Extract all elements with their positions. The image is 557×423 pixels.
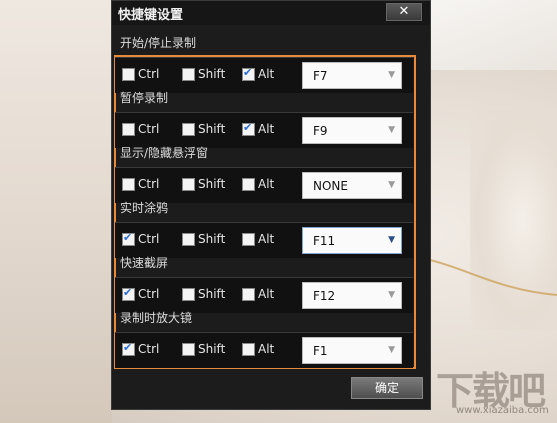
ok-button[interactable]: 确定 [351,377,423,399]
shortcut-settings-dialog: 快捷键设置 ✕ 开始/停止录制 Ctrl Shift Alt F7 ▼ 暂停录制 Ctrl S… [111,0,431,410]
alt-label: Alt [258,122,275,136]
shift-label: Shift [198,67,226,81]
alt-checkbox[interactable]: Alt [242,66,275,81]
shortcut-row-toggle-floating-window: Ctrl Shift Alt NONE ▼ [115,167,413,203]
checkbox-box [122,67,135,81]
ctrl-label: Ctrl [138,67,160,81]
checkmark-icon [242,66,255,81]
shortcut-row-live-doodle: Ctrl Shift Alt F11 ▼ [115,222,413,258]
ctrl-label: Ctrl [138,342,160,356]
key-select[interactable]: F9 ▼ [302,117,402,144]
dialog-title: 快捷键设置 [118,8,184,23]
checkbox-box [182,342,195,356]
alt-checkbox[interactable]: Alt [242,177,274,191]
checkbox-box [182,67,195,81]
key-select-value: F11 [313,234,336,248]
alt-label: Alt [258,67,275,81]
checkbox-box [242,232,255,246]
alt-checkbox[interactable]: Alt [242,342,274,356]
alt-checkbox[interactable]: Alt [242,232,274,246]
shift-label: Shift [198,342,226,356]
ctrl-label: Ctrl [138,122,160,136]
section-label-quick-screenshot: 快速截屏 [120,256,169,270]
shift-label: Shift [198,122,226,136]
alt-label: Alt [258,177,275,191]
chevron-down-icon: ▼ [388,125,395,135]
checkbox-box [122,122,135,136]
key-select[interactable]: F1 ▼ [302,337,402,364]
shift-label: Shift [198,177,226,191]
close-button[interactable]: ✕ [386,3,422,21]
section-label-toggle-floating-window: 显示/隐藏悬浮窗 [120,146,209,160]
shortcut-row-quick-screenshot: Ctrl Shift Alt F12 ▼ [115,277,413,313]
checkbox-box [242,177,255,191]
shift-checkbox[interactable]: Shift [182,67,225,81]
checkmark-icon [122,286,135,301]
shift-label: Shift [198,232,226,246]
checkbox-box [182,287,195,301]
checkmark-icon [242,121,255,136]
checkmark-icon [122,231,135,246]
shortcut-row-recording-magnifier: Ctrl Shift Alt F1 ▼ [115,332,413,368]
background-keyboard [430,0,557,70]
dialog-titlebar: 快捷键设置 ✕ [112,1,430,25]
key-select[interactable]: NONE ▼ [302,172,402,199]
alt-label: Alt [258,232,275,246]
shift-checkbox[interactable]: Shift [182,232,225,246]
chevron-down-icon: ▼ [388,290,395,300]
key-select-value: F7 [313,69,328,83]
shortcut-row-pause-recording: Ctrl Shift Alt F9 ▼ [115,112,413,148]
shift-label: Shift [198,287,226,301]
ctrl-checkbox[interactable]: Ctrl [122,177,159,191]
key-select-value: F12 [313,289,336,303]
shift-checkbox[interactable]: Shift [182,177,225,191]
ctrl-checkbox[interactable]: Ctrl [122,67,159,81]
checkbox-box [242,287,255,301]
key-select-value: F9 [313,124,328,138]
ctrl-label: Ctrl [138,287,160,301]
checkbox-box [182,122,195,136]
chevron-down-icon: ▼ [388,70,395,80]
ctrl-checkbox[interactable]: Ctrl [122,122,159,136]
checkbox-box [242,342,255,356]
background-left [0,0,112,423]
chevron-down-icon: ▼ [388,235,395,245]
ctrl-checkbox[interactable]: Ctrl [122,341,160,356]
key-select[interactable]: F11 ▼ [302,227,402,254]
section-label-recording-magnifier: 录制时放大镜 [120,311,193,325]
checkbox-box [122,177,135,191]
shortcut-row-start-stop-recording: Ctrl Shift Alt F7 ▼ [115,57,413,93]
checkbox-box [182,232,195,246]
ctrl-label: Ctrl [138,232,160,246]
chevron-down-icon: ▼ [388,180,395,190]
section-label-pause-recording: 暂停录制 [120,91,169,105]
alt-label: Alt [258,342,275,356]
key-select[interactable]: F12 ▼ [302,282,402,309]
checkbox-box [182,177,195,191]
key-select-value: NONE [313,179,348,193]
shift-checkbox[interactable]: Shift [182,122,225,136]
checkmark-icon [122,341,135,356]
alt-checkbox[interactable]: Alt [242,121,275,136]
shift-checkbox[interactable]: Shift [182,287,225,301]
watermark-url: www.xiazaiba.com [456,405,549,416]
key-select[interactable]: F7 ▼ [302,62,402,89]
background-gold-chain [430,259,557,296]
alt-label: Alt [258,287,275,301]
ctrl-checkbox[interactable]: Ctrl [122,286,160,301]
section-label-live-doodle: 实时涂鸦 [120,201,169,215]
ctrl-label: Ctrl [138,177,160,191]
chevron-down-icon: ▼ [388,345,395,355]
close-icon: ✕ [398,4,410,19]
key-select-value: F1 [313,344,328,358]
alt-checkbox[interactable]: Alt [242,287,274,301]
shift-checkbox[interactable]: Shift [182,342,225,356]
ctrl-checkbox[interactable]: Ctrl [122,231,160,246]
section-label-start-stop-recording: 开始/停止录制 [120,36,197,50]
